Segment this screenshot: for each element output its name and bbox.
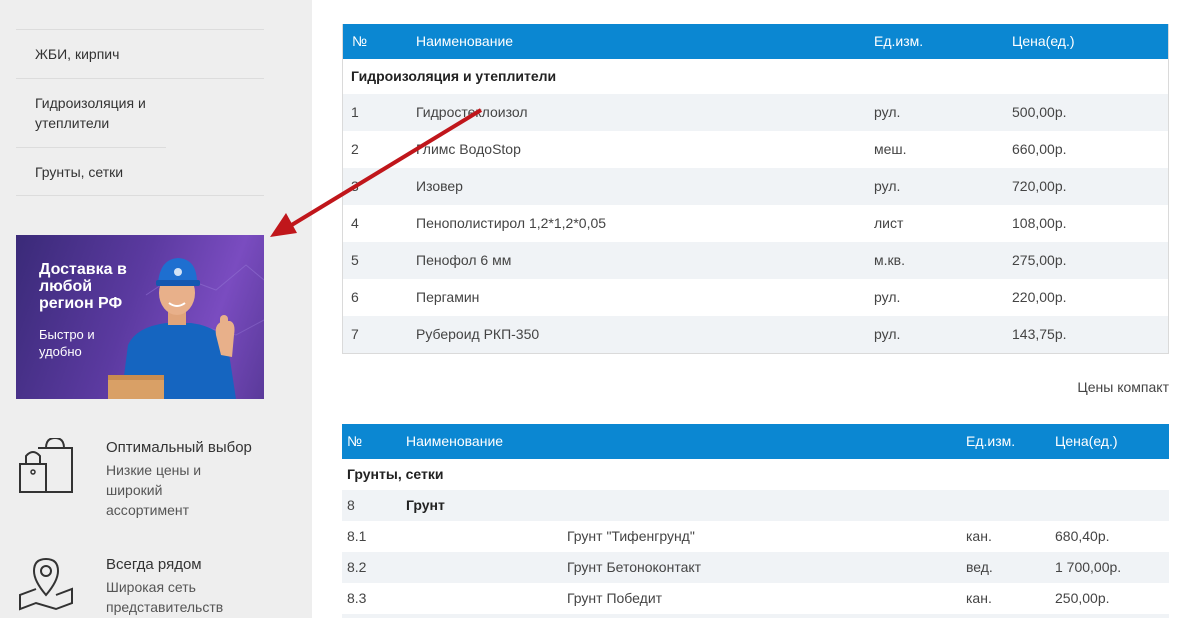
row-price: 275,00р. [1012,252,1067,268]
row-name: Рубероид РКП-350 [416,326,540,342]
row-name: Гидростеклоизол [416,104,528,120]
row-number: 5 [351,252,359,268]
col-number: № [347,433,363,449]
row-number: 3 [351,178,359,194]
table-row: 3 Изовер рул. 720,00р. [343,168,1168,205]
group-row: 8 Грунт [342,490,1169,521]
sidebar: ЖБИ, кирпич Гидроизоляция и утеплители Г… [0,0,312,618]
row-name: Грунт Победит [567,590,663,606]
row-name: Глимс ВодоStop [416,141,521,157]
row-price: 660,00р. [1012,141,1067,157]
col-unit: Ед.изм. [874,33,924,49]
row-price: 143,75р. [1012,326,1067,342]
table-row: 4 Пенополистирол 1,2*1,2*0,05 лист 108,0… [343,205,1168,242]
delivery-banner[interactable]: Доставка в любой регион РФ Быстро и удоб… [16,235,264,399]
courier-illustration [108,258,264,399]
row-price: 220,00р. [1012,289,1067,305]
table-row: 5 Пенофол 6 мм м.кв. 275,00р. [343,242,1168,279]
row-unit: кан. [966,528,992,544]
table-row: 1 Гидростеклоизол рул. 500,00р. [343,94,1168,131]
row-unit: рул. [874,104,901,120]
table-row: 8.3 Грунт Победит кан. 250,00р. [342,583,1169,614]
menu-item-zhbi[interactable]: ЖБИ, кирпич [16,30,264,79]
price-table-primers: № Наименование Ед.изм. Цена(ед.) Грунты,… [342,424,1169,618]
row-unit: лист [874,215,904,231]
row-number: 2 [351,141,359,157]
row-number: 8.2 [347,559,367,575]
menu-item-primers[interactable]: Грунты, сетки [16,148,264,196]
feature-title: Оптимальный выбор [106,439,252,456]
row-price: 500,00р. [1012,104,1067,120]
banner-title: Доставка в любой регион РФ [39,261,127,312]
category-row: Грунты, сетки [342,459,1169,490]
row-unit: рул. [874,289,901,305]
table-row-partial [342,614,1169,618]
table-header: № Наименование Ед.изм. Цена(ед.) [342,424,1169,459]
row-price: 108,00р. [1012,215,1067,231]
row-unit: рул. [874,178,901,194]
col-number: № [352,33,368,49]
compact-prices-link[interactable]: Цены компакт [1077,379,1169,395]
category-title: Гидроизоляция и утеплители [351,68,557,84]
row-number: 1 [351,104,359,120]
feature-description: Низкие цены и широкий ассортимент [106,462,202,518]
table-row: 8.1 Грунт "Тифенгрунд" кан. 680,40р. [342,521,1169,552]
col-price: Цена(ед.) [1012,33,1075,49]
banner-subtitle: Быстро и удобно [39,327,95,359]
page: ЖБИ, кирпич Гидроизоляция и утеплители Г… [0,0,1188,618]
shopping-bags-icon [19,438,73,493]
feature-title: Всегда рядом [106,556,202,573]
col-name: Наименование [416,33,514,49]
row-unit: вед. [966,559,993,575]
table-header: № Наименование Ед.изм. Цена(ед.) [343,24,1168,59]
row-name: Грунт Бетоноконтакт [567,559,702,575]
category-row: Гидроизоляция и утеплители [343,59,1168,94]
row-name: Грунт "Тифенгрунд" [567,528,695,544]
feature-description: Широкая сеть представительств [106,579,224,615]
row-number: 4 [351,215,359,231]
col-name: Наименование [406,433,504,449]
table-row: 2 Глимс ВодоStop меш. 660,00р. [343,131,1168,168]
category-title: Грунты, сетки [347,466,444,482]
row-unit: меш. [874,141,907,157]
table-row: 7 Рубероид РКП-350 рул. 143,75р. [343,316,1168,353]
row-name: Изовер [416,178,463,194]
row-number: 8 [347,497,355,513]
row-price: 250,00р. [1055,590,1110,606]
row-price: 720,00р. [1012,178,1067,194]
row-price: 680,40р. [1055,528,1110,544]
row-unit: рул. [874,326,901,342]
col-price: Цена(ед.) [1055,433,1118,449]
row-name: Пергамин [416,289,480,305]
row-unit: м.кв. [874,252,905,268]
price-table-waterproofing: № Наименование Ед.изм. Цена(ед.) Гидроиз… [342,24,1169,354]
category-menu: ЖБИ, кирпич Гидроизоляция и утеплители Г… [16,29,264,196]
row-name: Пенополистирол 1,2*1,2*0,05 [416,215,607,231]
table-row: 8.2 Грунт Бетоноконтакт вед. 1 700,00р. [342,552,1169,583]
table-row: 6 Пергамин рул. 220,00р. [343,279,1168,316]
row-number: 6 [351,289,359,305]
menu-item-waterproofing[interactable]: Гидроизоляция и утеплители [16,79,166,148]
row-name: Пенофол 6 мм [416,252,512,268]
row-number: 7 [351,326,359,342]
col-unit: Ед.изм. [966,433,1016,449]
row-unit: кан. [966,590,992,606]
row-price: 1 700,00р. [1055,559,1122,575]
row-number: 8.3 [347,590,367,606]
row-number: 8.1 [347,528,367,544]
group-name: Грунт [406,497,445,513]
map-pin-icon [19,557,73,611]
